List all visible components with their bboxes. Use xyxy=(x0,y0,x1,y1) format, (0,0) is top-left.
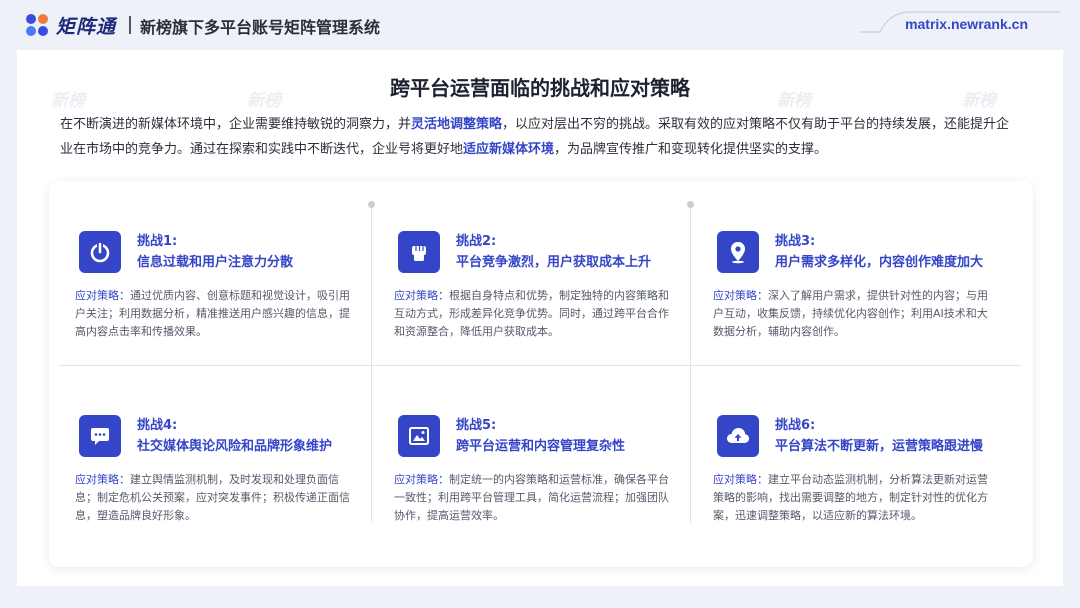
logo-mark-icon xyxy=(26,13,50,38)
page-title: 跨平台运营面临的挑战和应对策略 xyxy=(390,76,690,100)
strategy-lead: 应对策略： xyxy=(394,473,449,486)
header-url-link[interactable]: matrix.newrank.cn xyxy=(905,16,1028,32)
challenge-label: 挑战1: xyxy=(137,234,178,249)
challenge-heading: 挑战3: 用户需求多样化，内容创作难度加大 xyxy=(775,231,983,273)
intro-highlight: 灵活地调整策略 xyxy=(411,117,503,132)
power-icon xyxy=(79,231,121,273)
logo: 矩阵通 xyxy=(26,12,116,39)
cloud-upload-icon xyxy=(717,415,759,457)
challenge-strategy: 应对策略：建立平台动态监测机制，分析算法更新对运营策略的影响，找出需要调整的地方… xyxy=(713,471,993,525)
challenge-title: 跨平台运营和内容管理复杂性 xyxy=(456,439,626,454)
divider-vertical xyxy=(690,203,691,523)
strategy-lead: 应对策略： xyxy=(75,473,130,486)
location-pin-icon xyxy=(717,231,759,273)
challenge-label: 挑战4: xyxy=(137,418,178,433)
divider-dot xyxy=(368,201,375,208)
intro-highlight: 适应新媒体环境 xyxy=(463,142,555,157)
logo-text: 矩阵通 xyxy=(56,16,117,38)
challenge-label: 挑战2: xyxy=(456,234,497,249)
header-divider xyxy=(129,16,131,34)
challenge-heading: 挑战5: 跨平台运营和内容管理复杂性 xyxy=(456,415,625,457)
challenge-strategy: 应对策略：根据自身特点和优势，制定独特的内容策略和互动方式，形成差异化竞争优势。… xyxy=(394,287,674,341)
strategy-lead: 应对策略： xyxy=(713,289,768,302)
challenge-heading: 挑战6: 平台算法不断更新，运营策略跟进慢 xyxy=(775,415,983,457)
challenge-heading: 挑战4: 社交媒体舆论风险和品牌形象维护 xyxy=(137,415,332,457)
challenge-title: 信息过载和用户注意力分散 xyxy=(137,255,294,270)
header: 矩阵通 新榜旗下多平台账号矩阵管理系统 matrix.newrank.cn xyxy=(0,0,1080,50)
challenge-label: 挑战3: xyxy=(775,234,816,249)
challenge-heading: 挑战2: 平台竞争激烈，用户获取成本上升 xyxy=(456,231,651,273)
fist-icon xyxy=(398,231,440,273)
intro-text: 在不断演进的新媒体环境中，企业需要维持敏锐的洞察力，并 xyxy=(60,117,412,132)
header-title: 新榜旗下多平台账号矩阵管理系统 xyxy=(140,18,381,37)
chat-bubble-icon xyxy=(79,415,121,457)
challenge-strategy: 应对策略：通过优质内容、创意标题和视觉设计，吸引用户关注；利用数据分析，精准推送… xyxy=(75,287,355,341)
divider-vertical xyxy=(371,203,372,523)
challenge-strategy: 应对策略：制定统一的内容策略和运营标准，确保各平台一致性；利用跨平台管理工具，简… xyxy=(394,471,674,525)
image-frame-icon xyxy=(398,415,440,457)
intro-paragraph: 在不断演进的新媒体环境中，企业需要维持敏锐的洞察力，并灵活地调整策略，以应对层出… xyxy=(60,112,1022,162)
intro-text: ，为品牌宣传推广和变现转化提供坚实的支撑。 xyxy=(554,142,828,157)
strategy-lead: 应对策略： xyxy=(713,473,768,486)
challenge-title: 平台算法不断更新，运营策略跟进慢 xyxy=(775,439,984,454)
divider-dot xyxy=(687,201,694,208)
challenge-title: 用户需求多样化，内容创作难度加大 xyxy=(775,255,984,270)
challenge-title: 社交媒体舆论风险和品牌形象维护 xyxy=(137,439,333,454)
challenge-heading: 挑战1: 信息过载和用户注意力分散 xyxy=(137,231,293,273)
strategy-lead: 应对策略： xyxy=(394,289,449,302)
strategy-lead: 应对策略： xyxy=(75,289,130,302)
challenge-title: 平台竞争激烈，用户获取成本上升 xyxy=(456,255,652,270)
challenge-strategy: 应对策略：深入了解用户需求，提供针对性的内容；与用户互动，收集反馈，持续优化内容… xyxy=(713,287,993,341)
divider-horizontal xyxy=(59,365,1021,366)
challenge-strategy: 应对策略：建立舆情监测机制，及时发现和处理负面信息；制定危机公关预案，应对突发事… xyxy=(75,471,355,525)
challenge-label: 挑战6: xyxy=(775,418,816,433)
challenges-grid: 挑战1: 信息过载和用户注意力分散 应对策略：通过优质内容、创意标题和视觉设计，… xyxy=(49,181,1033,567)
challenge-label: 挑战5: xyxy=(456,418,497,433)
main-panel: 新榜 新榜 新榜 新榜 跨平台运营面临的挑战和应对策略 在不断演进的新媒体环境中… xyxy=(17,50,1063,586)
